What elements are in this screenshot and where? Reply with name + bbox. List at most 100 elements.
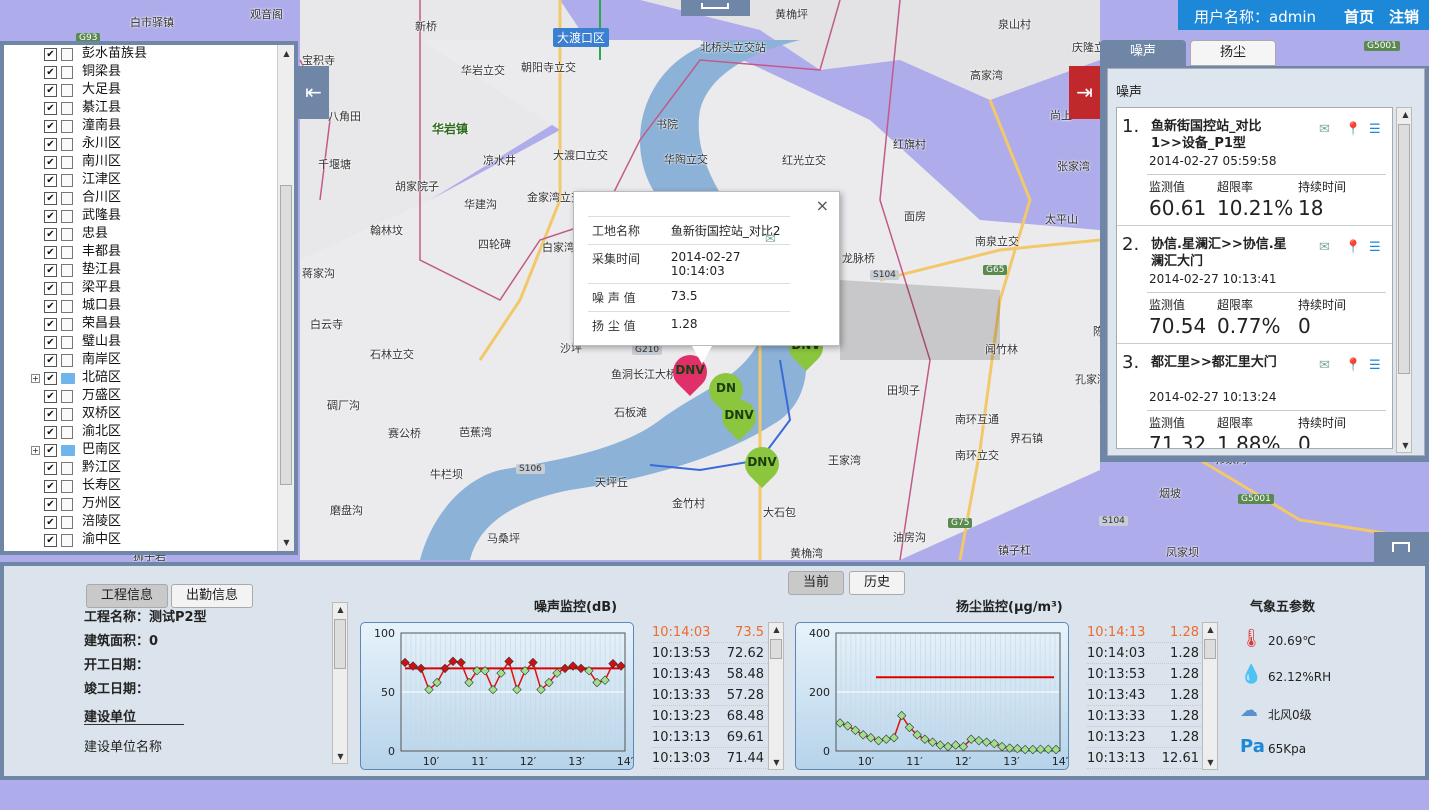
tree-item[interactable]: ✔ 江津区 xyxy=(4,171,294,189)
scroll-thumb[interactable] xyxy=(334,619,346,669)
tab-project-info[interactable]: 工程信息 xyxy=(86,584,168,608)
scroll-up-icon[interactable]: ▲ xyxy=(1400,110,1411,119)
mail-icon[interactable]: ✉ xyxy=(1319,358,1330,373)
checkbox[interactable]: ✔ xyxy=(44,246,57,259)
scroll-up-icon[interactable]: ▲ xyxy=(771,625,782,634)
tree-item[interactable]: ✔ 武隆县 xyxy=(4,207,294,225)
tree-item[interactable]: ✔ 荣昌县 xyxy=(4,315,294,333)
tree-scrollbar[interactable]: ▲ ▼ xyxy=(277,45,294,551)
checkbox[interactable]: ✔ xyxy=(44,66,57,79)
scroll-thumb[interactable] xyxy=(770,639,782,659)
site-marker[interactable]: DNV xyxy=(714,392,764,446)
expand-icon[interactable]: + xyxy=(31,446,40,455)
list-icon[interactable]: ☰ xyxy=(1369,122,1381,137)
checkbox[interactable]: ✔ xyxy=(44,138,57,151)
checkbox[interactable]: ✔ xyxy=(44,480,57,493)
ranking-item[interactable]: 2. 协信.星澜汇>>协信.星澜汇大门 ✉ 📍 ☰ 2014-02-27 10:13:41… xyxy=(1117,226,1392,344)
collapse-right-button[interactable]: ⇥ xyxy=(1069,66,1100,119)
tree-item[interactable]: ✔ 大足县 xyxy=(4,81,294,99)
map-top-toggle[interactable] xyxy=(681,0,750,16)
scroll-up-icon[interactable]: ▲ xyxy=(335,605,346,614)
checkbox[interactable]: ✔ xyxy=(44,534,57,547)
location-icon[interactable]: 📍 xyxy=(1345,122,1361,137)
scroll-thumb[interactable] xyxy=(1204,639,1216,659)
tree-item[interactable]: ✔ 永川区 xyxy=(4,135,294,153)
scroll-up-icon[interactable]: ▲ xyxy=(1205,625,1216,634)
home-button[interactable]: 首页 xyxy=(1344,6,1375,27)
ranking-item[interactable]: 1. 鱼新街国控站_对比1>>设备_P1型 ✉ 📍 ☰ 2014-02-27 05:59:… xyxy=(1117,108,1392,226)
scroll-thumb[interactable] xyxy=(280,185,292,485)
info-scrollbar[interactable]: ▲ ▼ xyxy=(332,602,348,764)
tab-history[interactable]: 历史 xyxy=(849,571,905,595)
tree-item[interactable]: + ✔ 北碚区 xyxy=(4,369,294,387)
checkbox[interactable]: ✔ xyxy=(44,318,57,331)
ranking-item[interactable]: 3. 都汇里>>都汇里大门 ✉ 📍 ☰ 2014-02-27 10:13:24 监测值 超限率… xyxy=(1117,344,1392,448)
location-icon[interactable]: 📍 xyxy=(1345,358,1361,373)
checkbox[interactable]: ✔ xyxy=(44,372,57,385)
tree-item[interactable]: ✔ 双桥区 xyxy=(4,405,294,423)
tree-item[interactable]: ✔ 彭水苗族县 xyxy=(4,45,294,63)
checkbox[interactable]: ✔ xyxy=(44,102,57,115)
logout-button[interactable]: 注销 xyxy=(1389,6,1420,27)
checkbox[interactable]: ✔ xyxy=(44,390,57,403)
scroll-down-icon[interactable]: ▼ xyxy=(281,538,292,547)
tree-item[interactable]: ✔ 南川区 xyxy=(4,153,294,171)
tree-item[interactable]: ✔ 綦江县 xyxy=(4,99,294,117)
checkbox[interactable]: ✔ xyxy=(44,264,57,277)
tab-current[interactable]: 当前 xyxy=(788,571,844,595)
expand-bottom-toggle[interactable] xyxy=(1374,532,1429,562)
checkbox[interactable]: ✔ xyxy=(44,462,57,475)
checkbox[interactable]: ✔ xyxy=(44,174,57,187)
scroll-up-icon[interactable]: ▲ xyxy=(281,49,292,58)
checkbox[interactable]: ✔ xyxy=(44,354,57,367)
site-marker[interactable]: DNV xyxy=(737,439,787,493)
tree-item[interactable]: ✔ 万州区 xyxy=(4,495,294,513)
checkbox[interactable]: ✔ xyxy=(44,210,57,223)
tree-item[interactable]: ✔ 垫江县 xyxy=(4,261,294,279)
tab-noise[interactable]: 噪声 xyxy=(1100,40,1186,66)
scroll-down-icon[interactable]: ▼ xyxy=(771,758,782,767)
checkbox[interactable]: ✔ xyxy=(44,408,57,421)
scroll-down-icon[interactable]: ▼ xyxy=(335,752,346,761)
tree-item[interactable]: ✔ 南岸区 xyxy=(4,351,294,369)
tree-item[interactable]: ✔ 万盛区 xyxy=(4,387,294,405)
tree-item[interactable]: ✔ 潼南县 xyxy=(4,117,294,135)
tree-item[interactable]: ✔ 合川区 xyxy=(4,189,294,207)
mail-icon[interactable]: ✉ xyxy=(1319,240,1330,255)
tree-item[interactable]: ✔ 黔江区 xyxy=(4,459,294,477)
checkbox[interactable]: ✔ xyxy=(44,84,57,97)
checkbox[interactable]: ✔ xyxy=(44,300,57,313)
scroll-thumb[interactable] xyxy=(1398,124,1410,374)
ranking-scrollbar[interactable]: ▲ ▼ xyxy=(1396,107,1412,453)
checkbox[interactable]: ✔ xyxy=(44,156,57,169)
checkbox[interactable]: ✔ xyxy=(44,426,57,439)
tree-item[interactable]: ✔ 长寿区 xyxy=(4,477,294,495)
tree-item[interactable]: + ✔ 巴南区 xyxy=(4,441,294,459)
scroll-down-icon[interactable]: ▼ xyxy=(1400,441,1411,450)
collapse-left-button[interactable]: ⇤ xyxy=(298,66,329,119)
expand-icon[interactable]: + xyxy=(31,374,40,383)
mail-icon[interactable]: ✉ xyxy=(765,232,776,247)
list-icon[interactable]: ☰ xyxy=(1369,240,1381,255)
mail-icon[interactable]: ✉ xyxy=(1319,122,1330,137)
tree-item[interactable]: ✔ 璧山县 xyxy=(4,333,294,351)
close-icon[interactable]: × xyxy=(816,196,829,215)
tree-item[interactable]: ✔ 铜梁县 xyxy=(4,63,294,81)
checkbox[interactable]: ✔ xyxy=(44,282,57,295)
tab-dust[interactable]: 扬尘 xyxy=(1190,40,1276,66)
checkbox[interactable]: ✔ xyxy=(44,516,57,529)
list-icon[interactable]: ☰ xyxy=(1369,358,1381,373)
dust-table-scrollbar[interactable]: ▲ ▼ xyxy=(1202,622,1218,770)
tree-item[interactable]: ✔ 丰都县 xyxy=(4,243,294,261)
tree-item[interactable]: ✔ 渝中区 xyxy=(4,531,294,549)
noise-table-scrollbar[interactable]: ▲ ▼ xyxy=(768,622,784,770)
checkbox[interactable]: ✔ xyxy=(44,48,57,61)
checkbox[interactable]: ✔ xyxy=(44,228,57,241)
checkbox[interactable]: ✔ xyxy=(44,444,57,457)
scroll-down-icon[interactable]: ▼ xyxy=(1205,758,1216,767)
tree-item[interactable]: ✔ 涪陵区 xyxy=(4,513,294,531)
tree-item[interactable]: ✔ 梁平县 xyxy=(4,279,294,297)
location-icon[interactable]: 📍 xyxy=(1345,240,1361,255)
checkbox[interactable]: ✔ xyxy=(44,120,57,133)
checkbox[interactable]: ✔ xyxy=(44,498,57,511)
